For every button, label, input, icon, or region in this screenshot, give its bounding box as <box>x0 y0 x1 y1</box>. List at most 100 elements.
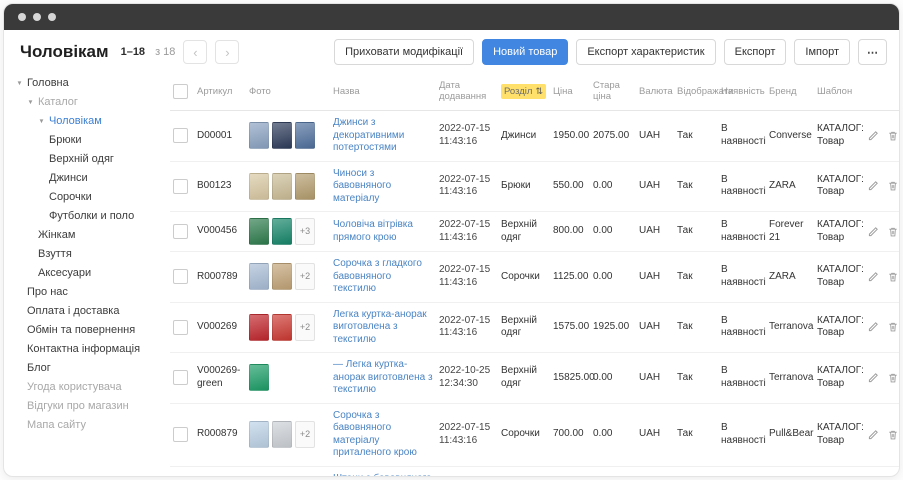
product-photo[interactable] <box>249 173 269 200</box>
sidebar-item[interactable]: ▼Чоловікам <box>14 112 164 131</box>
edit-icon[interactable] <box>867 180 879 192</box>
more-photos-badge[interactable]: +2 <box>295 263 315 290</box>
product-photo[interactable] <box>272 173 292 200</box>
new-product-button[interactable]: Новий товар <box>482 39 568 65</box>
sidebar-item[interactable]: Мапа сайту <box>14 416 164 435</box>
column-header[interactable]: Валюта <box>636 72 674 111</box>
product-photo[interactable] <box>272 314 292 341</box>
column-header[interactable]: Артикул <box>194 72 246 111</box>
sidebar-item[interactable]: Футболки и поло <box>14 207 164 226</box>
column-header[interactable]: Назва <box>330 72 436 111</box>
sidebar-item[interactable]: Обмін та повернення <box>14 321 164 340</box>
sidebar-item[interactable]: Жінкам <box>14 226 164 245</box>
more-photos-badge[interactable]: +2 <box>295 421 315 448</box>
product-photo[interactable] <box>249 218 269 245</box>
sidebar-item[interactable]: Угода користувача <box>14 378 164 397</box>
delete-icon[interactable] <box>887 321 899 333</box>
old-price-cell: 1925.00 <box>590 302 636 353</box>
sidebar-item[interactable]: Про нас <box>14 283 164 302</box>
import-button[interactable]: Імпорт <box>794 39 850 65</box>
product-photo[interactable] <box>272 218 292 245</box>
sidebar-item[interactable]: Верхній одяг <box>14 150 164 169</box>
product-photo[interactable] <box>249 263 269 290</box>
column-header[interactable]: Розділ⇅ <box>498 72 550 111</box>
row-checkbox[interactable] <box>173 224 188 239</box>
column-header[interactable]: Ціна <box>550 72 590 111</box>
sidebar-item[interactable]: Взуття <box>14 245 164 264</box>
product-photo[interactable] <box>249 421 269 448</box>
row-checkbox[interactable] <box>173 370 188 385</box>
column-header[interactable]: Дата додавання <box>436 72 498 111</box>
more-photos-badge[interactable]: +3 <box>295 218 315 245</box>
delete-icon[interactable] <box>887 271 899 283</box>
edit-icon[interactable] <box>867 271 879 283</box>
select-all-checkbox[interactable] <box>173 84 188 99</box>
sidebar-item[interactable]: Аксесуари <box>14 264 164 283</box>
price-cell: 1125.00 <box>550 252 590 303</box>
table-body: D00001Джинси з декоративними потертостям… <box>170 111 899 477</box>
product-photo[interactable] <box>272 263 292 290</box>
window-dot-icon[interactable] <box>33 13 41 21</box>
row-checkbox[interactable] <box>173 179 188 194</box>
product-photo[interactable] <box>295 173 315 200</box>
edit-icon[interactable] <box>867 429 879 441</box>
product-photo[interactable] <box>249 364 269 391</box>
template-cell: КАТАЛОГ: Товар <box>814 302 870 353</box>
column-header[interactable]: Бренд <box>766 72 814 111</box>
row-checkbox[interactable] <box>173 128 188 143</box>
product-photo[interactable] <box>295 122 315 149</box>
product-photo[interactable] <box>272 421 292 448</box>
window-dot-icon[interactable] <box>18 13 26 21</box>
table-row: V000269-green— Легка куртка-анорак вигот… <box>170 353 899 404</box>
sidebar-item[interactable]: ▼Каталог <box>14 93 164 112</box>
delete-icon[interactable] <box>887 180 899 192</box>
edit-icon[interactable] <box>867 130 879 142</box>
sidebar-item[interactable]: Брюки <box>14 131 164 150</box>
product-name-link[interactable]: Чиноси з бавовняного матеріалу <box>333 168 391 204</box>
sidebar-item[interactable]: Сорочки <box>14 188 164 207</box>
product-name-link[interactable]: Легка куртка-анорак виготовлена з тексти… <box>333 309 427 345</box>
row-checkbox[interactable] <box>173 269 188 284</box>
hide-modifications-button[interactable]: Приховати модифікації <box>334 39 474 65</box>
product-name-link[interactable]: Сорочка з бавовняного матеріалу притален… <box>333 410 417 459</box>
delete-icon[interactable] <box>887 130 899 142</box>
product-photo[interactable] <box>249 122 269 149</box>
row-checkbox[interactable] <box>173 320 188 335</box>
column-header[interactable]: Наявність <box>718 72 766 111</box>
sidebar-item-label: Жінкам <box>38 229 75 242</box>
delete-icon[interactable] <box>887 226 899 238</box>
product-name-link[interactable]: — Легка куртка-анорак виготовлена з текс… <box>333 359 433 395</box>
sidebar-item[interactable]: Контактна інформація <box>14 340 164 359</box>
row-checkbox[interactable] <box>173 427 188 442</box>
prev-page-button[interactable]: ‹ <box>183 40 207 64</box>
product-name-link[interactable]: Джинси з декоративними потертостями <box>333 117 404 153</box>
edit-icon[interactable] <box>867 321 879 333</box>
sidebar-item[interactable]: Джинси <box>14 169 164 188</box>
sidebar-item[interactable]: Відгуки про магазин <box>14 397 164 416</box>
product-photo[interactable] <box>272 122 292 149</box>
delete-icon[interactable] <box>887 372 899 384</box>
column-header[interactable]: Стара ціна <box>590 72 636 111</box>
product-name-link[interactable]: Чоловіча вітрівка прямого крою <box>333 219 413 243</box>
export-button[interactable]: Експорт <box>724 39 787 65</box>
edit-icon[interactable] <box>867 372 879 384</box>
sidebar-item[interactable]: ▼Головна <box>14 74 164 93</box>
photo-thumbnails: +2 <box>249 421 327 448</box>
edit-icon[interactable] <box>867 226 879 238</box>
more-photos-badge[interactable]: +2 <box>295 314 315 341</box>
product-photo[interactable] <box>249 314 269 341</box>
column-header[interactable]: Шаблон <box>814 72 870 111</box>
window-dot-icon[interactable] <box>48 13 56 21</box>
sidebar-item[interactable]: Оплата і доставка <box>14 302 164 321</box>
product-name-link[interactable]: Сорочка з гладкого бавовняного текстилю <box>333 258 422 294</box>
delete-icon[interactable] <box>887 429 899 441</box>
next-page-button[interactable]: › <box>215 40 239 64</box>
export-characteristics-button[interactable]: Експорт характеристик <box>576 39 715 65</box>
more-actions-button[interactable]: ⋯ <box>858 39 887 65</box>
product-name-link[interactable]: Штани з бавовняного матеріалу прямого кр… <box>333 473 432 477</box>
column-header[interactable]: Відображати <box>674 72 718 111</box>
sort-icon[interactable]: ⇅ <box>535 86 543 97</box>
sidebar-item[interactable]: Блог <box>14 359 164 378</box>
table-row: R000789+2Сорочка з гладкого бавовняного … <box>170 252 899 303</box>
column-header[interactable]: Фото <box>246 72 330 111</box>
